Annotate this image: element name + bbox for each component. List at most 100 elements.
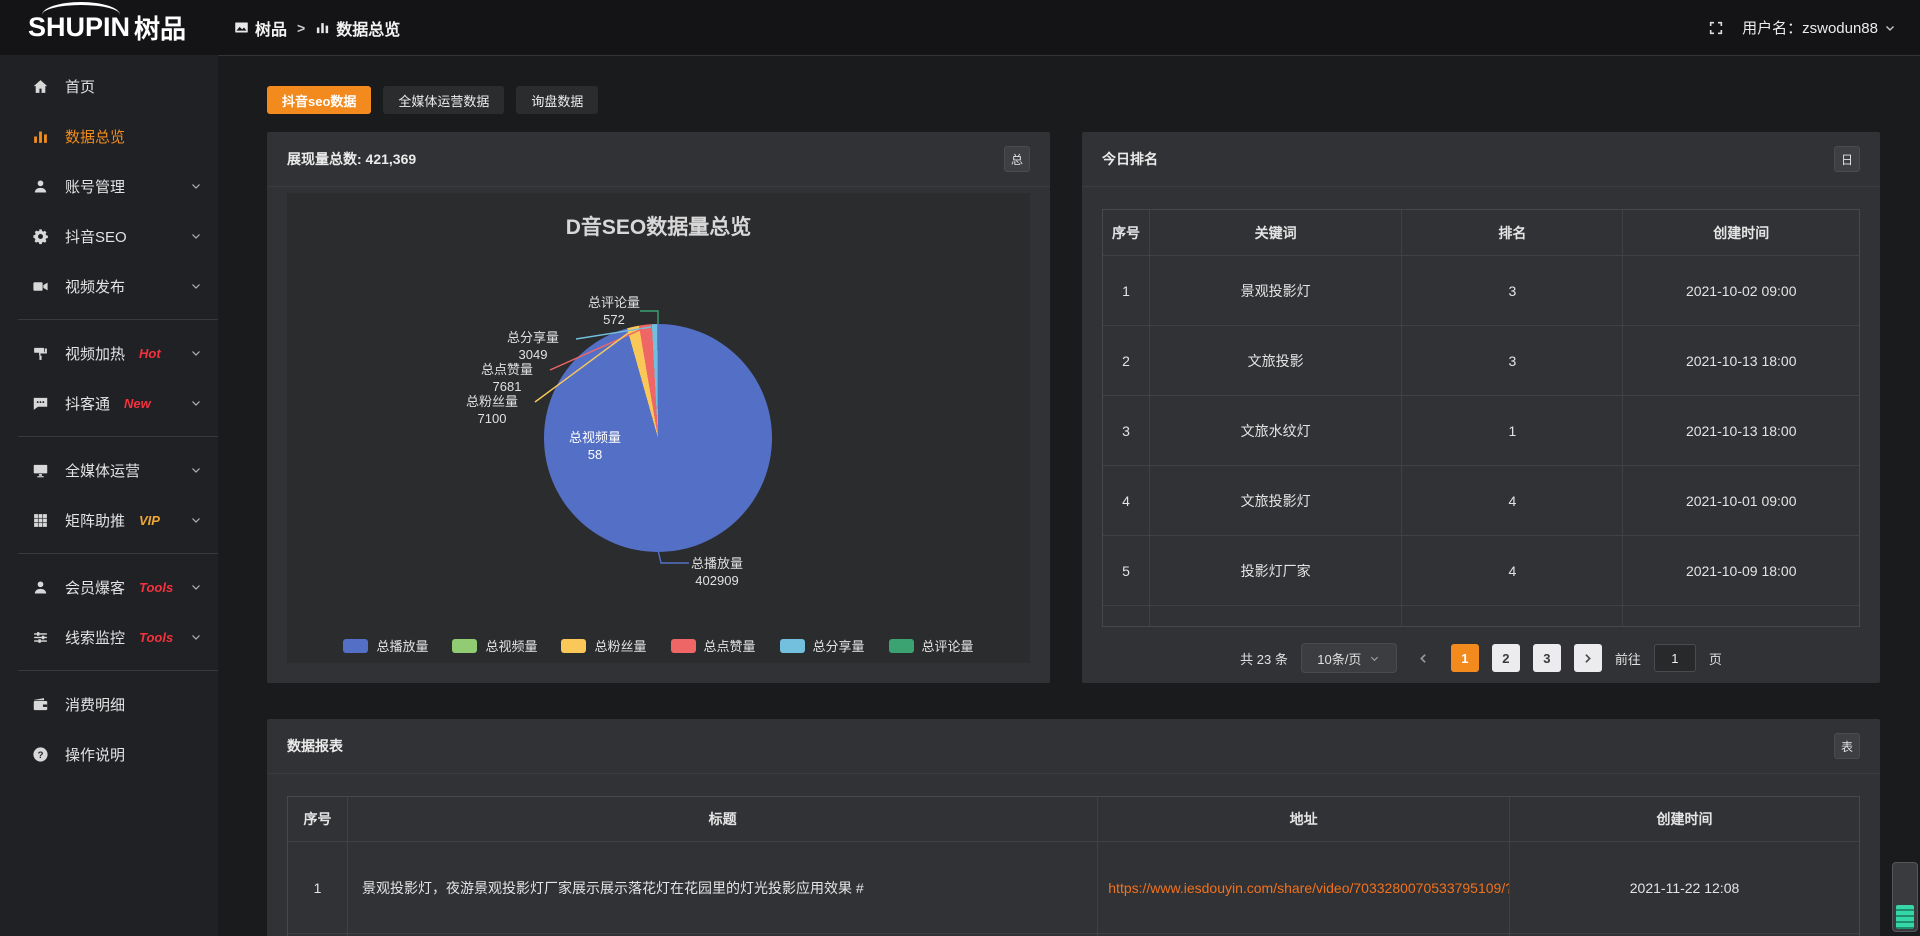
table-row: 2文旅投影 32021-10-13 18:00 <box>1103 326 1859 396</box>
sidebar-item-video-heat[interactable]: 视频加热 Hot <box>0 328 218 378</box>
breadcrumb-item-data-overview[interactable]: 数据总览 <box>315 16 400 40</box>
goto-page-input[interactable] <box>1654 644 1696 672</box>
sidebar-divider <box>18 436 218 437</box>
breadcrumb-item-home[interactable]: 树品 <box>234 16 287 40</box>
sidebar-item-member[interactable]: 会员爆客 Tools <box>0 562 218 612</box>
table-row: 3文旅水纹灯 12021-10-13 18:00 <box>1103 396 1859 466</box>
impressions-chart-panel: 展现量总数: 421,369 总 D音SEO数据量总览 总评论量572 <box>267 132 1050 683</box>
table-header-row: 序号 标题 地址 创建时间 <box>288 797 1859 842</box>
top-header: SHUPIN 树品 树品 > 数据总览 用户名：zswo <box>0 0 1920 55</box>
wallet-icon <box>30 696 50 713</box>
sidebar-item-label: 视频加热 <box>65 343 125 364</box>
main-content: 抖音seo数据 全媒体运营数据 询盘数据 展现量总数: 421,369 总 D音… <box>218 55 1920 936</box>
sidebar-item-label: 首页 <box>65 76 95 97</box>
table-view-button[interactable]: 表 <box>1834 733 1860 759</box>
page-button-2[interactable]: 2 <box>1492 644 1520 672</box>
panel-title: 今日排名 <box>1102 149 1158 169</box>
prev-page-button[interactable] <box>1410 644 1438 672</box>
sidebar-item-consume-detail[interactable]: 消费明细 <box>0 679 218 729</box>
pie-label-videos: 总视频量58 <box>555 429 635 463</box>
legend-item[interactable]: 总分享量 <box>780 636 865 655</box>
sidebar-item-clue-monitor[interactable]: 线索监控 Tools <box>0 612 218 662</box>
legend-item[interactable]: 总播放量 <box>343 636 428 655</box>
table-header-row: 序号 关键词 排名 创建时间 <box>1103 210 1859 256</box>
chevron-down-icon <box>190 514 202 526</box>
breadcrumb-label: 树品 <box>255 16 287 40</box>
floating-widget[interactable] <box>1892 862 1918 932</box>
pie-chart-canvas: D音SEO数据量总览 总评论量572 总分享量3049 <box>287 193 1030 663</box>
today-ranking-panel: 今日排名 日 序号 关键词 排名 创建时间 1景观投影灯 32021-10-02… <box>1082 132 1880 683</box>
page-button-1[interactable]: 1 <box>1451 644 1479 672</box>
username-dropdown[interactable]: 用户名：zswodun88 <box>1742 17 1896 38</box>
legend-swatch <box>889 639 914 653</box>
app-root: SHUPIN 树品 树品 > 数据总览 用户名：zswo <box>0 0 1920 936</box>
panel-title: 展现量总数: 421,369 <box>287 149 416 169</box>
sidebar-item-label: 抖客通 <box>65 393 110 414</box>
home-icon <box>30 78 50 95</box>
sidebar-item-video-publish[interactable]: 视频发布 <box>0 261 218 311</box>
sidebar-item-label: 全媒体运营 <box>65 460 140 481</box>
legend-item[interactable]: 总点赞量 <box>671 636 756 655</box>
bar-chart-icon <box>30 128 50 145</box>
sidebar-item-home[interactable]: 首页 <box>0 61 218 111</box>
tab-media-operation-data[interactable]: 全媒体运营数据 <box>383 86 504 114</box>
pie-label-shares: 总分享量3049 <box>490 329 576 363</box>
logo-arc-decoration <box>42 2 120 28</box>
legend-swatch <box>452 639 477 653</box>
next-page-button[interactable] <box>1574 644 1602 672</box>
logo-text-cn: 树品 <box>134 9 186 46</box>
fullscreen-icon[interactable] <box>1708 20 1724 36</box>
tab-inquiry-data[interactable]: 询盘数据 <box>516 86 598 114</box>
monitor-icon <box>30 462 50 479</box>
legend-item[interactable]: 总评论量 <box>889 636 974 655</box>
page-button-3[interactable]: 3 <box>1533 644 1561 672</box>
video-camera-icon <box>30 278 50 295</box>
sidebar-item-data-overview[interactable]: 数据总览 <box>0 111 218 161</box>
chevron-down-icon <box>1884 22 1896 34</box>
breadcrumb-label: 数据总览 <box>336 16 400 40</box>
pie-label-likes: 总点赞量7681 <box>464 361 550 395</box>
total-view-button[interactable]: 总 <box>1004 146 1030 172</box>
page-size-select[interactable]: 10条/页 <box>1301 643 1397 673</box>
sidebar-item-label: 线索监控 <box>65 627 125 648</box>
breadcrumb: 树品 > 数据总览 <box>234 16 400 40</box>
user-icon <box>30 178 50 195</box>
tab-douyin-seo-data[interactable]: 抖音seo数据 <box>267 86 371 114</box>
legend-swatch <box>343 639 368 653</box>
sidebar-item-matrix-boost[interactable]: 矩阵助推 VIP <box>0 495 218 545</box>
sidebar-item-account[interactable]: 账号管理 <box>0 161 218 211</box>
floating-widget-indicator <box>1896 905 1914 929</box>
goto-label: 前往 <box>1615 649 1641 668</box>
picture-icon <box>234 20 249 35</box>
pagination: 共 23 条 10条/页 1 2 3 前往 <box>1082 643 1880 673</box>
legend-item[interactable]: 总视频量 <box>452 636 537 655</box>
sidebar-item-help[interactable]: ? 操作说明 <box>0 729 218 779</box>
tools-badge: Tools <box>139 580 173 595</box>
sidebar-item-doukertong[interactable]: 抖客通 New <box>0 378 218 428</box>
table-row-clipped <box>1103 606 1859 626</box>
sidebar-item-label: 矩阵助推 <box>65 510 125 531</box>
paint-roller-icon <box>30 345 50 362</box>
report-table: 序号 标题 地址 创建时间 1 景观投影灯，夜游景观投影灯厂家展示展示落花灯在花… <box>287 796 1860 936</box>
ranking-table: 序号 关键词 排名 创建时间 1景观投影灯 32021-10-02 09:00 … <box>1102 209 1860 627</box>
total-count-label: 共 23 条 <box>1240 649 1288 668</box>
video-link[interactable]: https://www.iesdouyin.com/share/video/70… <box>1098 842 1510 934</box>
pie-label-plays: 总播放量402909 <box>669 555 765 589</box>
legend-item[interactable]: 总粉丝量 <box>561 636 646 655</box>
tools-badge: Tools <box>139 630 173 645</box>
sidebar-item-media-operation[interactable]: 全媒体运营 <box>0 445 218 495</box>
legend-swatch <box>561 639 586 653</box>
sidebar-item-douyin-seo[interactable]: 抖音SEO <box>0 211 218 261</box>
table-row: 1 景观投影灯，夜游景观投影灯厂家展示展示落花灯在花园里的灯光投影应用效果 # … <box>288 842 1859 934</box>
sidebar-item-label: 消费明细 <box>65 694 125 715</box>
chat-bubble-icon <box>30 395 50 412</box>
day-view-button[interactable]: 日 <box>1834 146 1860 172</box>
user-icon <box>30 579 50 596</box>
data-report-panel: 数据报表 表 序号 标题 地址 创建时间 1 景观投影灯，夜游景观投影灯厂家展示… <box>267 719 1880 936</box>
new-badge: New <box>124 396 151 411</box>
sidebar-divider <box>18 319 218 320</box>
vip-badge: VIP <box>139 513 160 528</box>
chevron-down-icon <box>190 180 202 192</box>
logo[interactable]: SHUPIN 树品 <box>0 0 218 55</box>
grid-icon <box>30 512 50 529</box>
